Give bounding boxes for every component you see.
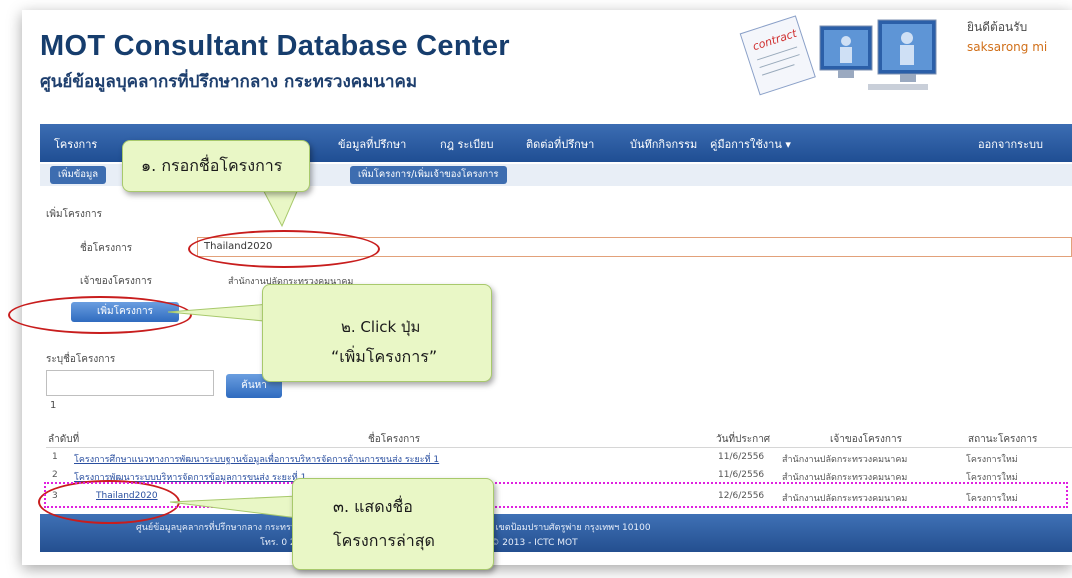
cell-status: โครงการใหม่ [966,455,1018,465]
col-header-owner: เจ้าของโครงการ [830,434,902,445]
nav-item-regulations[interactable]: กฎ ระเบียบ [440,135,494,153]
col-header-no: ลำดับที่ [48,434,80,445]
table-header-divider [46,447,1072,448]
nav-item-activity-log[interactable]: บันทึกกิจกรรม [630,135,697,153]
highlight-add-button [8,296,192,334]
section-label: เพิ่มโครงการ [46,209,102,220]
search-input[interactable] [46,370,214,396]
col-header-name: ชื่อโครงการ [368,434,421,445]
callout-3-pointer [169,495,299,519]
callout-2-line2: “เพิ่มโครงการ” [331,347,438,366]
nav-item-consultants[interactable]: ข้อมูลที่ปรึกษา [338,135,406,153]
project-name-label: ชื่อโครงการ [80,243,133,254]
subnav-add-data[interactable]: เพิ่มข้อมูล [50,166,107,184]
welcome-text: ยินดีต้อนรับ [967,20,1028,34]
project-link[interactable]: โครงการศึกษาแนวทางการพัฒนาระบบฐานข้อมูลเ… [74,452,710,466]
cell-date: 11/6/2556 [718,452,765,462]
nav-item-contact-consultant[interactable]: ติดต่อที่ปรึกษา [526,135,594,153]
cell-date: 11/6/2556 [718,470,765,480]
page-title: MOT Consultant Database Center [40,30,510,62]
callout-3-line1: ๓. แสดงชื่อ [333,497,413,516]
cell-no: 1 [52,452,58,462]
username-link[interactable]: saksarong mi [967,40,1047,54]
search-label: ระบุชื่อโครงการ [46,354,116,365]
page-subtitle: ศูนย์ข้อมูลบุคลากรที่ปรึกษากลาง กระทรวงค… [40,72,418,92]
nav-item-user-manual[interactable]: คู่มือการใช้งาน ▾ [710,135,791,153]
subnav-add-project-owner[interactable]: เพิ่มโครงการ/เพิ่มเจ้าของโครงการ [350,166,507,184]
page-number: 1 [50,400,57,411]
callout-1: ๑. กรอกชื่อโครงการ [122,140,310,192]
cell-owner: สำนักงานปลัดกระทรวงคมนาคม [782,455,908,465]
contract-computers-logo: contract [739,15,937,96]
cell-no: 2 [52,470,58,480]
project-owner-label: เจ้าของโครงการ [80,276,152,287]
callout-2-line1: ๒. Click ปุ่ม [341,318,421,336]
callout-3-line2: โครงการล่าสุด [333,531,435,550]
callout-1-text: ๑. กรอกชื่อโครงการ [141,156,283,175]
nav-item-logout[interactable]: ออกจากระบบ [978,135,1043,153]
callout-3: ๓. แสดงชื่อ โครงการล่าสุด [292,478,494,570]
col-header-date: วันที่ประกาศ [716,434,771,445]
nav-item-projects[interactable]: โครงการ [54,135,97,153]
col-header-status: สถานะโครงการ [968,434,1038,445]
callout-2: ๒. Click ปุ่ม “เพิ่มโครงการ” [262,284,492,382]
